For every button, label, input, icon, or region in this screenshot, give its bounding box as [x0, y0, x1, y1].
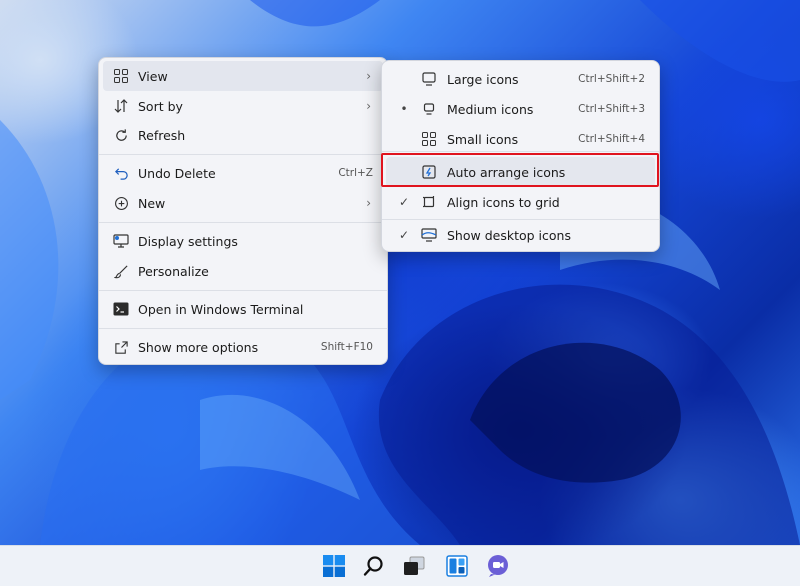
refresh-icon [112, 126, 130, 144]
submenu-item-shortcut: Ctrl+Shift+3 [578, 103, 645, 115]
menu-item-view[interactable]: View › [103, 61, 383, 91]
task-view-icon[interactable] [400, 552, 428, 580]
submenu-item-label: Show desktop icons [447, 227, 571, 243]
menu-item-label: Refresh [138, 127, 186, 143]
monitor-medium-icon [420, 100, 438, 118]
submenu-item-shortcut: Ctrl+Shift+2 [578, 73, 645, 85]
menu-item-shortcut: Shift+F10 [320, 341, 373, 353]
submenu-item-align-to-grid[interactable]: ✓ Align icons to grid [386, 187, 655, 217]
menu-item-shortcut: Ctrl+Z [338, 167, 373, 179]
monitor-large-icon [420, 70, 438, 88]
menu-item-display-settings[interactable]: Display settings [103, 226, 383, 256]
menu-item-label: Sort by [138, 98, 183, 114]
widgets-icon[interactable] [443, 552, 471, 580]
menu-separator [99, 290, 387, 291]
submenu-item-label: Small icons [447, 131, 519, 147]
brush-icon [112, 262, 130, 280]
submenu-item-medium-icons[interactable]: • Medium icons Ctrl+Shift+3 [386, 94, 655, 124]
menu-separator [99, 222, 387, 223]
submenu-item-large-icons[interactable]: Large icons Ctrl+Shift+2 [386, 64, 655, 94]
menu-separator [382, 151, 659, 152]
menu-item-personalize[interactable]: Personalize [103, 256, 383, 286]
teams-chat-icon[interactable] [484, 552, 512, 580]
desktop-context-menu: View › Sort by › Refresh Undo Delete Ctr… [98, 57, 388, 365]
undo-icon [112, 164, 130, 182]
plus-circle-icon [112, 194, 130, 212]
align-grid-icon [420, 193, 438, 211]
menu-item-label: New [138, 195, 166, 211]
share-icon [112, 338, 130, 356]
menu-separator [99, 154, 387, 155]
checkmark-icon: ✓ [398, 228, 410, 242]
submenu-item-auto-arrange[interactable]: Auto arrange icons [386, 157, 655, 187]
chevron-right-icon: › [366, 69, 371, 83]
chevron-right-icon: › [366, 196, 371, 210]
menu-item-label: Undo Delete [138, 165, 216, 181]
checkmark-icon: ✓ [398, 195, 410, 209]
menu-item-label: Display settings [138, 233, 238, 249]
submenu-item-shortcut: Ctrl+Shift+4 [578, 133, 645, 145]
menu-item-sort-by[interactable]: Sort by › [103, 91, 383, 121]
submenu-item-show-desktop-icons[interactable]: ✓ Show desktop icons [386, 220, 655, 250]
display-icon [112, 232, 130, 250]
taskbar [0, 545, 800, 586]
chevron-right-icon: › [366, 99, 371, 113]
menu-item-open-terminal[interactable]: Open in Windows Terminal [103, 294, 383, 324]
menu-separator [99, 328, 387, 329]
submenu-item-small-icons[interactable]: Small icons Ctrl+Shift+4 [386, 124, 655, 154]
view-submenu: Large icons Ctrl+Shift+2 • Medium icons … [381, 60, 660, 252]
sort-icon [112, 97, 130, 115]
menu-item-label: Personalize [138, 263, 209, 279]
search-icon[interactable] [360, 552, 388, 580]
grid-small-icon [420, 130, 438, 148]
menu-item-new[interactable]: New › [103, 188, 383, 218]
menu-item-label: Open in Windows Terminal [138, 301, 304, 317]
grid-icon [112, 67, 130, 85]
submenu-item-label: Align icons to grid [447, 194, 560, 210]
windows-start-icon[interactable] [320, 552, 348, 580]
submenu-item-label: Medium icons [447, 101, 534, 117]
submenu-item-label: Large icons [447, 71, 519, 87]
menu-item-show-more-options[interactable]: Show more options Shift+F10 [103, 332, 383, 362]
menu-item-label: Show more options [138, 339, 259, 355]
auto-arrange-icon [420, 163, 438, 181]
menu-item-undo-delete[interactable]: Undo Delete Ctrl+Z [103, 158, 383, 188]
menu-item-label: View [138, 68, 168, 84]
desktop-icons-icon [420, 226, 438, 244]
menu-item-refresh[interactable]: Refresh [103, 120, 383, 150]
terminal-icon [112, 300, 130, 318]
submenu-item-label: Auto arrange icons [447, 164, 566, 180]
selected-dot-icon: • [400, 102, 408, 116]
